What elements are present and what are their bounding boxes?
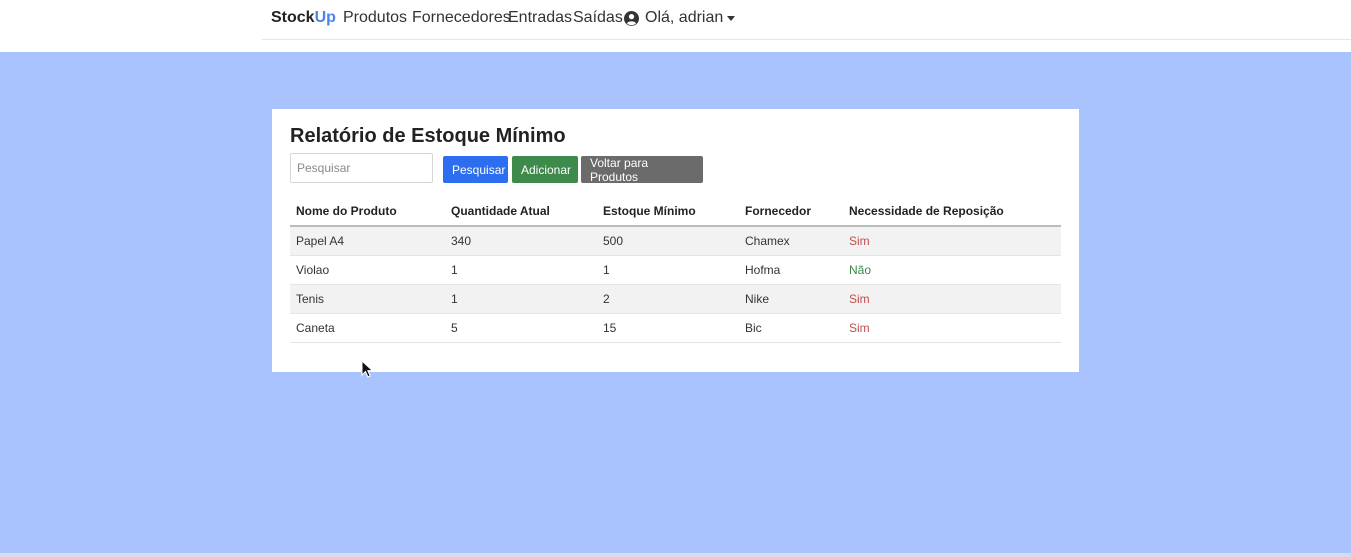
- table-header-row: Nome do Produto Quantidade Atual Estoque…: [290, 197, 1061, 227]
- cell-restock-needed: Sim: [843, 313, 1061, 343]
- column-header-current-quantity: Quantidade Atual: [445, 197, 597, 227]
- cell-product-name: Caneta: [290, 313, 445, 343]
- cell-current-quantity: 5: [445, 313, 597, 343]
- cell-product-name: Violao: [290, 255, 445, 285]
- cell-product-name: Papel A4: [290, 226, 445, 256]
- cell-supplier: Bic: [739, 313, 843, 343]
- cell-supplier: Nike: [739, 284, 843, 314]
- caret-down-icon: [727, 15, 736, 21]
- cell-minimum-stock: 1: [597, 255, 739, 285]
- page-title: Relatório de Estoque Mínimo: [290, 125, 566, 147]
- table-row: Tenis 1 2 Nike Sim: [290, 284, 1061, 314]
- cell-supplier: Chamex: [739, 226, 843, 256]
- cell-restock-needed: Sim: [843, 284, 1061, 314]
- cell-restock-needed: Não: [843, 255, 1061, 285]
- back-to-products-button[interactable]: Voltar para Produtos: [581, 156, 703, 184]
- brand-stock: Stock: [271, 9, 315, 26]
- cell-current-quantity: 340: [445, 226, 597, 256]
- search-input[interactable]: [290, 153, 433, 183]
- column-header-restock-needed: Necessidade de Reposição: [843, 197, 1061, 227]
- search-button[interactable]: Pesquisar: [443, 156, 508, 183]
- report-card: Relatório de Estoque Mínimo Pesquisar Ad…: [272, 109, 1079, 372]
- column-header-supplier: Fornecedor: [739, 197, 843, 227]
- cell-supplier: Hofma: [739, 255, 843, 285]
- navbar-container: StockUp Produtos Fornecedores Entradas S…: [262, 0, 1351, 40]
- stock-report-table: Nome do Produto Quantidade Atual Estoque…: [290, 197, 1061, 343]
- cell-restock-needed: Sim: [843, 226, 1061, 256]
- cell-minimum-stock: 15: [597, 313, 739, 343]
- add-button[interactable]: Adicionar: [512, 156, 578, 183]
- user-greeting: Olá, adrian: [645, 9, 724, 26]
- user-menu-dropdown[interactable]: Olá, adrian: [624, 9, 736, 27]
- user-circle-icon: [624, 10, 639, 26]
- table-row: Caneta 5 15 Bic Sim: [290, 313, 1061, 343]
- brand-logo[interactable]: StockUp: [271, 9, 336, 27]
- cell-current-quantity: 1: [445, 284, 597, 314]
- bottom-edge: [0, 553, 1351, 557]
- cell-minimum-stock: 500: [597, 226, 739, 256]
- table-row: Papel A4 340 500 Chamex Sim: [290, 226, 1061, 256]
- cell-minimum-stock: 2: [597, 284, 739, 314]
- navbar: StockUp Produtos Fornecedores Entradas S…: [0, 0, 1351, 52]
- table-row: Violao 1 1 Hofma Não: [290, 255, 1061, 285]
- mouse-pointer-icon: [361, 360, 374, 378]
- nav-link-entradas[interactable]: Entradas: [508, 9, 572, 27]
- brand-up: Up: [314, 9, 336, 26]
- nav-link-saidas[interactable]: Saídas: [573, 9, 623, 27]
- nav-link-fornecedores[interactable]: Fornecedores: [412, 9, 511, 27]
- cell-product-name: Tenis: [290, 284, 445, 314]
- cell-current-quantity: 1: [445, 255, 597, 285]
- column-header-product-name: Nome do Produto: [290, 197, 445, 227]
- column-header-minimum-stock: Estoque Mínimo: [597, 197, 739, 227]
- nav-link-produtos[interactable]: Produtos: [343, 9, 407, 27]
